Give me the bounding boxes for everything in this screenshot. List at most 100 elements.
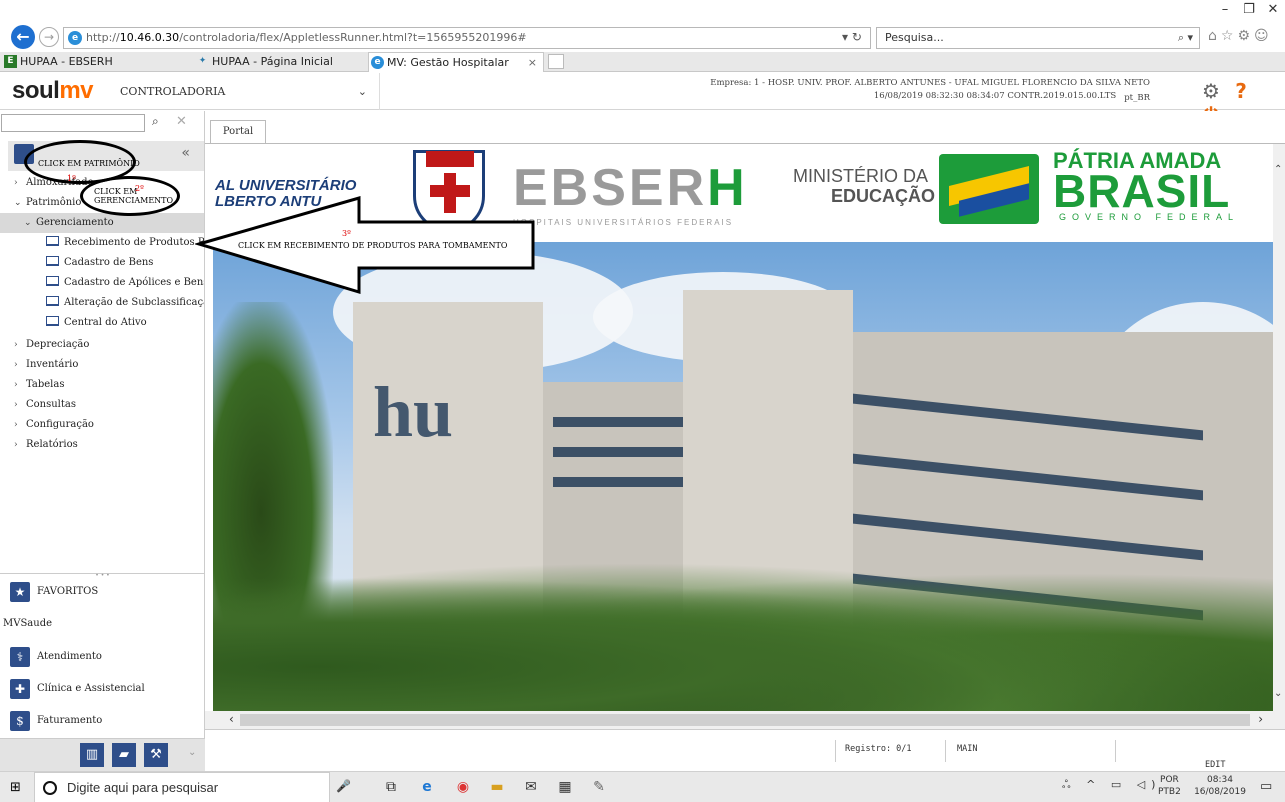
scroll-up-icon[interactable]: ⌃ [1274, 164, 1282, 175]
menu-item-configuracao[interactable]: › Configuração [0, 415, 204, 435]
notification-icon[interactable]: ▭ [1260, 779, 1272, 794]
module-label: Clínica e Assistencial [37, 683, 145, 694]
microphone-icon[interactable]: 🎤 [336, 779, 351, 793]
menu-item-tabelas[interactable]: › Tabelas [0, 375, 204, 395]
ebserh-logo: EBSERH [513, 159, 748, 217]
paint-taskbar-icon[interactable]: ✎ [588, 776, 610, 798]
language-indicator[interactable]: POR PTB2 [1158, 774, 1181, 798]
scroll-right-icon[interactable]: › [1258, 712, 1263, 726]
tab-hupaa-pagina-inicial[interactable]: ✦ HUPAA - Página Inicial [194, 52, 364, 72]
menu-item-consultas[interactable]: › Consultas [0, 395, 204, 415]
close-tab-icon[interactable]: × [528, 53, 537, 72]
tab-mv-gestao-hospitalar[interactable]: e MV: Gestão Hospitalar × [368, 52, 544, 72]
wrench-icon[interactable]: ⚒ [144, 743, 168, 767]
status-bar: Registro: 0/1 MAIN EDIT [205, 729, 1285, 771]
menu-item-cadastro-apolices[interactable]: Cadastro de Apólices e Bens Segurados [0, 273, 204, 293]
group-label: MVSaude [3, 618, 53, 629]
menu-item-gerenciamento[interactable]: ⌄ Gerenciamento [0, 213, 204, 233]
annotation-2-label-b: GERENCIAMENTO [94, 196, 174, 205]
menu-item-depreciacao[interactable]: › Depreciação [0, 335, 204, 355]
task-view-icon[interactable]: ⧉ [380, 776, 402, 798]
tab-hupaa-ebserh[interactable]: E HUPAA - EBSERH [2, 52, 190, 72]
search-icon[interactable]: ⌕ [152, 114, 159, 129]
chart-icon[interactable]: ▥ [80, 743, 104, 767]
annotation-1-number: 1º [67, 174, 76, 183]
medical-bag-icon: ✚ [10, 679, 30, 699]
mail-taskbar-icon[interactable]: ✉ [520, 776, 542, 798]
stethoscope-icon: ⚕ [10, 647, 30, 667]
chevron-down-icon[interactable]: ⌄ [188, 747, 196, 758]
tab-label: HUPAA - EBSERH [20, 55, 113, 68]
url-path: /controladoria/flex/AppletlessRunner.htm… [179, 31, 527, 44]
annotation-3-label: CLICK EM RECEBIMENTO DE PRODUTOS PARA TO… [238, 241, 508, 250]
ie-taskbar-icon[interactable]: e [416, 776, 438, 798]
content-tab-strip: Portal [205, 111, 1285, 143]
module-clinica[interactable]: ✚ Clínica e Assistencial [0, 674, 205, 704]
vertical-scrollbar[interactable]: ⌃ ⌄ [1273, 144, 1285, 711]
favoritos-label: FAVORITOS [37, 586, 99, 597]
chat-icon[interactable]: ▰ [112, 743, 136, 767]
module-label: CONTROLADORIA [120, 85, 226, 98]
monitor-icon [46, 256, 59, 266]
menu-item-recebimento[interactable]: Recebimento de Produtos Para Tombamento [0, 233, 204, 253]
search-icon[interactable]: ⌕ ▾ [1178, 28, 1193, 48]
url-field[interactable]: e http://10.46.0.30/controladoria/flex/A… [63, 27, 871, 49]
close-button[interactable]: ✕ [1261, 0, 1285, 22]
ie-favicon-icon: e [371, 56, 384, 69]
help-icon[interactable]: ? [1226, 79, 1256, 103]
module-faturamento[interactable]: $ Faturamento [0, 706, 205, 736]
minimize-button[interactable]: – [1213, 0, 1237, 22]
menu-search-input[interactable] [1, 114, 145, 132]
session-line: 16/08/2019 08:32:30 08:34:07 CONTR.2019.… [873, 91, 1117, 101]
taskbar-search[interactable]: Digite aqui para pesquisar [34, 772, 330, 802]
hospital-building-photo: hu [213, 242, 1273, 711]
scroll-thumb[interactable] [240, 714, 1250, 726]
cortana-icon [43, 781, 57, 795]
favoritos-button[interactable]: ★ FAVORITOS [0, 577, 205, 607]
company-line: Empresa: 1 - HOSP. UNIV. PROF. ALBERTO A… [710, 78, 1150, 88]
scroll-left-icon[interactable]: ‹ [229, 712, 234, 726]
module-atendimento[interactable]: ⚕ Atendimento [0, 642, 205, 672]
annotation-3-number: 3º [342, 229, 351, 238]
address-bar-row: ← → e http://10.46.0.30/controladoria/fl… [0, 22, 1285, 52]
module-label: Faturamento [37, 715, 103, 726]
new-tab-button[interactable] [548, 54, 564, 69]
horizontal-scrollbar[interactable]: ‹ › [205, 711, 1285, 729]
gear-icon[interactable]: ⚙ [1196, 79, 1226, 103]
home-favorites-settings-icons[interactable]: ⌂☆⚙☺ [1208, 28, 1273, 44]
ebserh-favicon-icon: E [4, 55, 17, 68]
folder-taskbar-icon[interactable]: ▬ [486, 776, 508, 798]
chevron-down-icon[interactable]: ⌄ [358, 73, 367, 110]
mec-line1: MINISTÉRIO DA [793, 166, 929, 186]
browser-tab-strip: E HUPAA - EBSERH ✦ HUPAA - Página Inicia… [0, 52, 1285, 72]
menu-item-central-ativo[interactable]: Central do Ativo [0, 313, 204, 333]
module-select[interactable]: CONTROLADORIA ⌄ [112, 73, 380, 110]
search-placeholder: Pesquisa... [885, 31, 944, 44]
forward-arrow-icon[interactable]: → [39, 27, 59, 47]
calculator-taskbar-icon[interactable]: ▦ [554, 776, 576, 798]
scroll-down-icon[interactable]: ⌄ [1274, 688, 1282, 699]
windows-taskbar: ⊞ Digite aqui para pesquisar 🎤 ⧉ e ◉ ▬ ✉… [0, 771, 1285, 802]
window-controls: – ❐ ✕ [1213, 0, 1285, 22]
soulmv-logo: soulmv [12, 77, 94, 104]
refresh-icon[interactable]: ▾ ↻ [842, 27, 862, 47]
clock[interactable]: 08:34 16/08/2019 [1192, 774, 1248, 798]
windows-start-icon[interactable]: ⊞ [10, 780, 21, 795]
menu-item-inventario[interactable]: › Inventário [0, 355, 204, 375]
collapse-icon[interactable]: « [181, 145, 190, 161]
sidebar-footer: ▥ ▰ ⚒ ⌄ [0, 738, 205, 772]
menu-item-relatorios[interactable]: › Relatórios [0, 435, 204, 455]
menu-item-cadastro-bens[interactable]: Cadastro de Bens [0, 253, 204, 273]
back-arrow-icon[interactable]: ← [11, 25, 35, 49]
tab-portal[interactable]: Portal [210, 120, 266, 143]
annotation-2-label-a: CLICK EM [94, 187, 138, 196]
module-label: Atendimento [37, 651, 102, 662]
restore-button[interactable]: ❐ [1237, 0, 1261, 22]
page-favicon-icon: ✦ [198, 56, 207, 66]
search-input[interactable]: Pesquisa... ⌕ ▾ [876, 27, 1200, 49]
menu-item-alteracao-subclassificacao[interactable]: Alteração de Subclassificação de Bens [0, 293, 204, 313]
chrome-taskbar-icon[interactable]: ◉ [452, 776, 474, 798]
dollar-icon: $ [10, 711, 30, 731]
clear-icon[interactable]: ✕ [176, 114, 187, 129]
system-tray-icons[interactable]: ஃ ^ ▭ ◁) [1062, 778, 1161, 793]
